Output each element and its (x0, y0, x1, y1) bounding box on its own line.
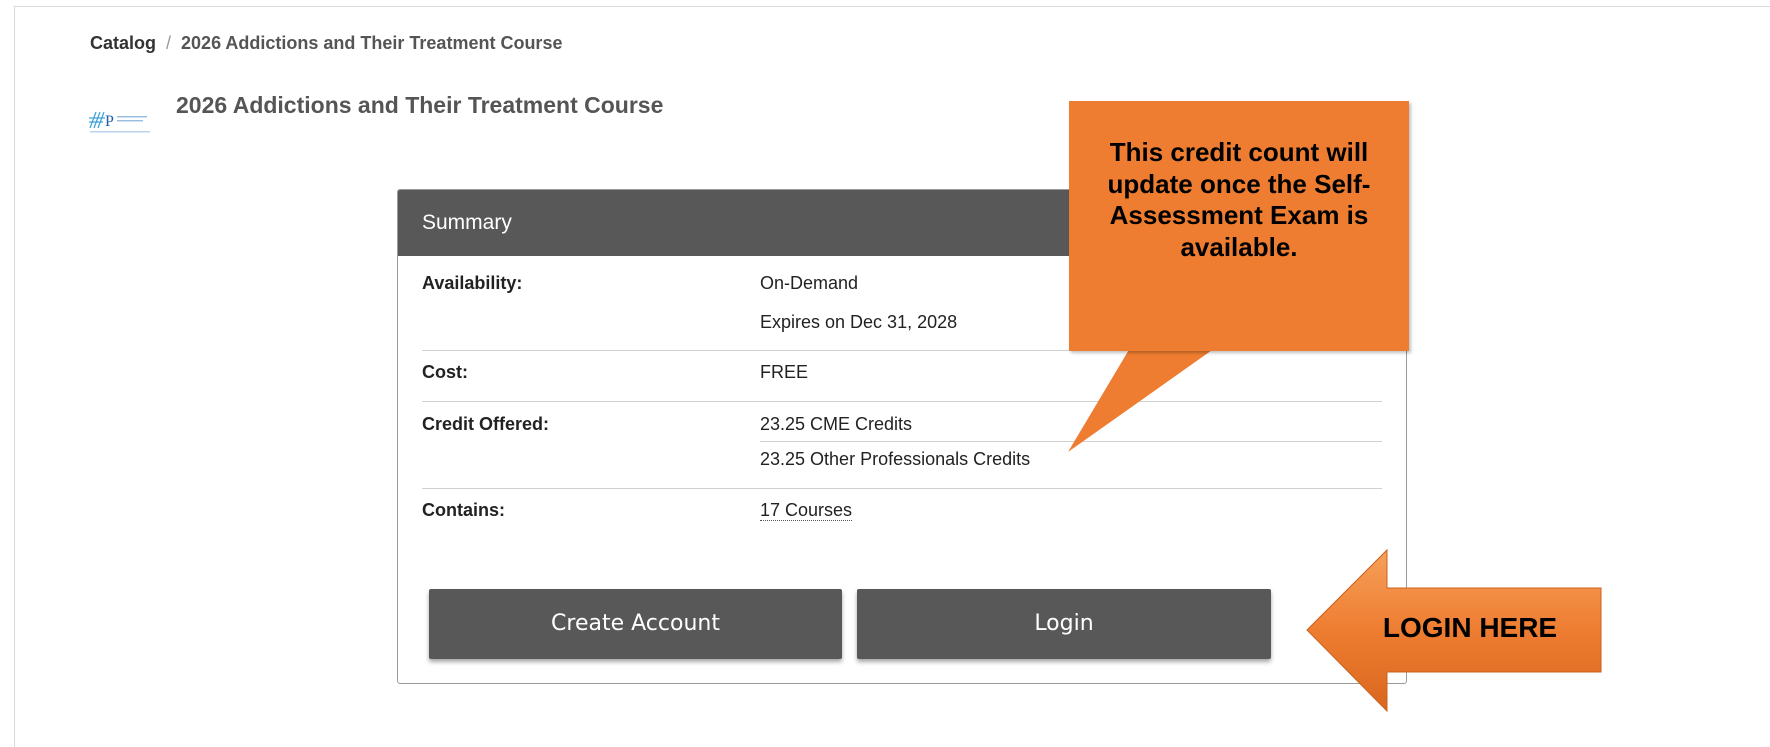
breadcrumb: Catalog / 2026 Addictions and Their Treatm… (90, 33, 562, 54)
breadcrumb-separator: / (166, 33, 172, 53)
login-here-label: LOGIN HERE (1382, 612, 1558, 643)
svg-text:P: P (105, 113, 114, 130)
aap-logo-icon: P (89, 111, 150, 133)
expires-value: Expires on Dec 31, 2028 (760, 312, 958, 332)
availability-value: On-Demand (760, 273, 859, 293)
credit-label: Credit Offered: (422, 414, 550, 434)
credit-other-value: 23.25 Other Professionals Credits (760, 449, 1031, 469)
cost-value: FREE (760, 362, 809, 382)
courses-link[interactable]: 17 Courses (760, 500, 853, 521)
divider (422, 401, 1382, 402)
cost-label: Cost: (422, 362, 468, 382)
availability-label: Availability: (422, 273, 523, 293)
breadcrumb-current: 2026 Addictions and Their Treatment Cour… (181, 33, 563, 53)
credit-cme-value: 23.25 CME Credits (760, 414, 913, 434)
contains-value-wrap: 17 Courses (760, 500, 853, 521)
create-account-button[interactable]: Create Account (429, 589, 842, 659)
credit-update-callout: This credit count will update once the S… (1069, 101, 1409, 351)
page-title: 2026 Addictions and Their Treatment Cour… (176, 92, 664, 118)
contains-label: Contains: (422, 500, 505, 520)
login-button[interactable]: Login (857, 589, 1271, 659)
divider (422, 488, 1382, 489)
divider (760, 441, 1382, 442)
breadcrumb-catalog-link[interactable]: Catalog (90, 33, 156, 53)
